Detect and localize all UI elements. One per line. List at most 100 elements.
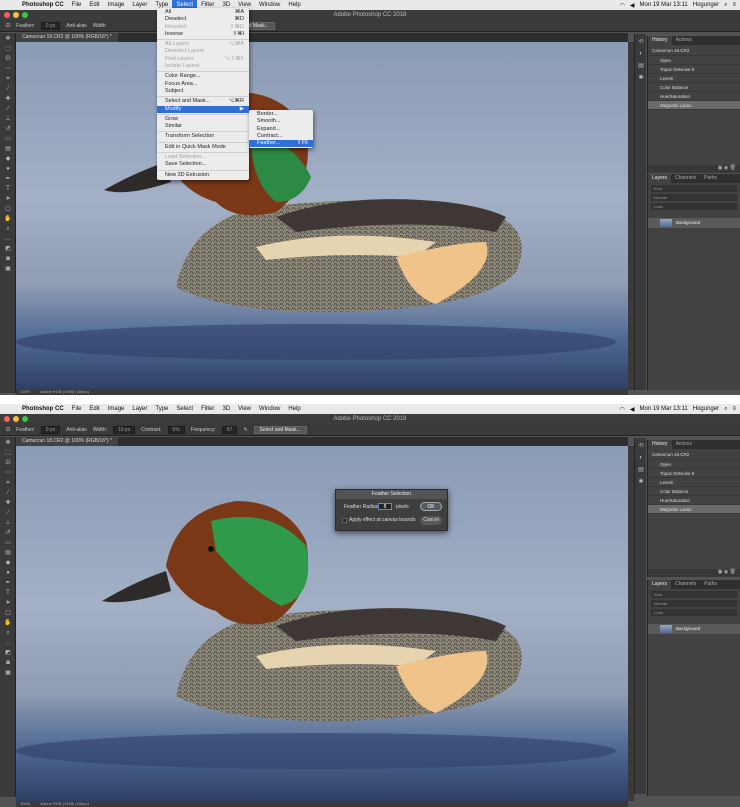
checkbox-box[interactable] — [342, 517, 347, 523]
document-tab[interactable]: Camurcun 18.CR2 @ 100% (RGB/16*) * — [16, 33, 118, 42]
select-menu-item-grow[interactable]: Grow — [157, 116, 249, 123]
volume-icon[interactable]: ◀ — [630, 2, 635, 9]
quick-select-icon[interactable]: ⋯ — [2, 469, 14, 477]
menu-app[interactable]: Photoshop CC — [18, 0, 68, 10]
history-state[interactable]: Open — [648, 56, 740, 65]
tab-actions[interactable]: Actions — [672, 36, 696, 45]
menu-file[interactable]: File — [68, 404, 86, 414]
select-menu-item-inverse[interactable]: Inverse ⇧⌘I — [157, 31, 249, 38]
type-tool-icon[interactable]: T — [2, 185, 14, 193]
adjustments-icon[interactable]: ◐ — [637, 50, 645, 58]
quick-select-icon[interactable]: ⋯ — [2, 65, 14, 73]
select-menu-item-subject[interactable]: Subject — [157, 88, 249, 95]
hand-tool-icon[interactable]: ✋ — [2, 619, 14, 627]
blend-mode-select[interactable]: Normal — [651, 600, 737, 607]
brushes-icon[interactable]: ✱ — [637, 74, 645, 82]
tab-actions[interactable]: Actions — [672, 440, 696, 449]
lasso-tool-icon[interactable]: ᘏ — [2, 55, 14, 63]
select-menu-item-transform-selection[interactable]: Transform Selection — [157, 133, 249, 140]
menu-app[interactable]: Photoshop CC — [18, 404, 68, 414]
modify-menu-item-border[interactable]: Border... — [249, 111, 313, 118]
feather-field[interactable]: 0 px — [40, 21, 61, 30]
zoom-tool-icon[interactable]: ⌕ — [2, 629, 14, 637]
history-state[interactable]: Color Balance — [648, 83, 740, 92]
blur-icon[interactable]: ◆ — [2, 559, 14, 567]
history-snapshot[interactable]: Camurcun 18.CR2 — [648, 45, 740, 56]
brush-tool-icon[interactable]: ∕ — [2, 509, 14, 517]
history-state-selected[interactable]: Magnetic Lasso — [648, 101, 740, 110]
select-menu-item-deselect[interactable]: Deselect ⌘D — [157, 16, 249, 23]
history-state[interactable]: Levels — [648, 478, 740, 487]
image-canvas[interactable] — [16, 446, 628, 801]
tab-history[interactable]: History — [648, 36, 672, 45]
clock[interactable]: Mon 19 Mar 13:11 — [640, 406, 688, 412]
history-state[interactable]: Hue/Saturation — [648, 496, 740, 505]
select-menu-item-new-3d-extrusion[interactable]: New 3D Extrusion — [157, 172, 249, 179]
tab-channels[interactable]: Channels — [671, 580, 700, 589]
color-profile[interactable]: Adobe RGB (1998) (16bpc) — [40, 801, 89, 807]
image-canvas[interactable] — [16, 42, 628, 390]
menu-layer[interactable]: Layer — [128, 404, 151, 414]
history-footer-icons[interactable]: ▣ ◉ 🗑 — [648, 569, 740, 577]
marquee-tool-icon[interactable]: ⬚ — [2, 45, 14, 53]
canvas-bounds-checkbox[interactable]: Apply effect at canvas bounds — [342, 517, 416, 523]
eyedropper-icon[interactable]: ⁄ — [2, 489, 14, 497]
select-menu-item-focus-area[interactable]: Focus Area... — [157, 81, 249, 88]
pen-pressure-icon[interactable]: ✎ — [243, 427, 247, 433]
menu-edit[interactable]: Edit — [85, 404, 103, 414]
dodge-icon[interactable]: ● — [2, 165, 14, 173]
history-state[interactable]: Levels — [648, 74, 740, 83]
minimize-icon[interactable] — [13, 12, 19, 18]
close-icon[interactable] — [4, 416, 10, 422]
search-icon[interactable]: ⌕ — [724, 406, 727, 413]
lock-controls[interactable]: Lock: — [651, 203, 737, 210]
screen-mode-icon[interactable]: ▣ — [2, 669, 14, 677]
menu-edit[interactable]: Edit — [85, 0, 103, 10]
width-field[interactable]: 10 px — [112, 425, 136, 434]
eraser-icon[interactable]: ▭ — [2, 135, 14, 143]
history-state[interactable]: Color Balance — [648, 487, 740, 496]
layer-filter-kind[interactable]: Kind — [651, 591, 737, 598]
volume-icon[interactable]: ◀ — [630, 406, 635, 413]
more-tools-icon[interactable]: … — [2, 639, 14, 647]
menu-layer[interactable]: Layer — [128, 0, 151, 10]
modify-menu-item-feather[interactable]: Feather... ⇧F6 — [249, 140, 313, 148]
menu-list-icon[interactable]: ≡ — [732, 2, 736, 8]
history-snapshot[interactable]: Camurcun 18.CR2 — [648, 449, 740, 460]
lasso-tool-icon[interactable]: ᘏ — [6, 23, 10, 29]
clone-stamp-icon[interactable]: ⊥ — [2, 519, 14, 527]
brushes-icon[interactable]: ✱ — [637, 478, 645, 486]
history-panel-icon[interactable]: ⟲ — [637, 38, 645, 46]
history-state[interactable]: Hue/Saturation — [648, 92, 740, 101]
menu-file[interactable]: File — [68, 0, 86, 10]
menu-help[interactable]: Help — [284, 404, 304, 414]
gradient-icon[interactable]: ▤ — [2, 145, 14, 153]
user-name[interactable]: Hogunger — [693, 2, 719, 8]
select-menu-item-save-selection[interactable]: Save Selection... — [157, 161, 249, 168]
adjustments-icon[interactable]: ◐ — [637, 454, 645, 462]
wifi-icon[interactable]: ◠ — [620, 406, 625, 413]
crop-tool-icon[interactable]: ⌗ — [2, 479, 14, 487]
eraser-icon[interactable]: ▭ — [2, 539, 14, 547]
close-icon[interactable] — [4, 12, 10, 18]
blend-mode-select[interactable]: Normal — [651, 194, 737, 201]
brush-tool-icon[interactable]: ∕ — [2, 105, 14, 113]
dodge-icon[interactable]: ● — [2, 569, 14, 577]
zoom-icon[interactable] — [22, 416, 28, 422]
history-state[interactable]: Topaz DeNoise 6 — [648, 469, 740, 478]
pen-tool-icon[interactable]: ✒ — [2, 579, 14, 587]
search-icon[interactable]: ⌕ — [724, 2, 727, 9]
contrast-field[interactable]: 6% — [167, 425, 185, 434]
select-and-mask-button[interactable]: Select and Mask... — [253, 425, 307, 434]
select-menu-item-color-range[interactable]: Color Range... — [157, 73, 249, 80]
color-swatches-icon[interactable]: ◩ — [2, 649, 14, 657]
path-select-icon[interactable]: ➤ — [2, 599, 14, 607]
eyedropper-icon[interactable]: ⁄ — [2, 85, 14, 93]
document-tab[interactable]: Camurcun 18.CR2 @ 100% (RGB/16*) * — [16, 437, 118, 446]
select-menu-item-modify[interactable]: Modify ▶ — [157, 105, 249, 113]
wifi-icon[interactable]: ◠ — [620, 2, 625, 9]
properties-icon[interactable]: ▤ — [637, 466, 645, 474]
menu-type[interactable]: Type — [151, 404, 172, 414]
zoom-level[interactable]: 100% — [20, 389, 30, 395]
tab-layers[interactable]: Layers — [648, 174, 672, 183]
